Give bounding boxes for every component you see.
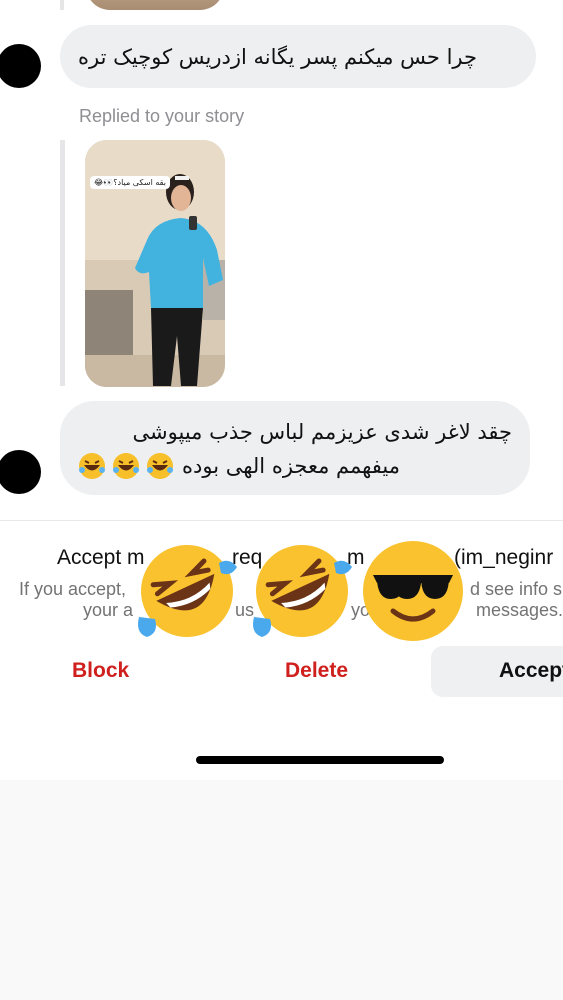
laughing-emoji-group bbox=[78, 452, 174, 480]
dm-thread-screen: چرا حس میکنم پسر یگانه ازدریس کوچیک تره … bbox=[0, 0, 563, 780]
sunglasses-emoji-icon bbox=[363, 541, 463, 641]
laughing-emoji-icon bbox=[79, 453, 105, 479]
request-title-part: (im_neginr bbox=[454, 546, 554, 569]
request-description: If you accept, d see info su bbox=[19, 578, 563, 601]
message-text-line-2: میفهمم معجزه الهی بوده bbox=[78, 449, 512, 483]
message-text-line: میفهمم معجزه الهی بوده bbox=[182, 454, 401, 478]
story-sticker: بقه اسکی میاد؟👀😂 bbox=[90, 176, 170, 189]
request-description-line-2: your a us yo messages. bbox=[83, 600, 563, 621]
sender-avatar[interactable] bbox=[0, 44, 41, 88]
accept-button-label: Accept bbox=[499, 659, 563, 682]
request-title-part: Accept m bbox=[57, 546, 145, 569]
sender-avatar[interactable] bbox=[0, 450, 41, 494]
story-thumbnail[interactable]: بقه اسکی میاد؟👀😂 bbox=[85, 140, 225, 387]
message-text: چرا حس میکنم پسر یگانه ازدریس کوچیک تره bbox=[78, 44, 477, 69]
reply-bar-top bbox=[60, 0, 64, 10]
laughing-emoji-icon bbox=[113, 453, 139, 479]
request-desc-part: messages. bbox=[476, 600, 563, 620]
reply-quote-bar bbox=[60, 140, 65, 386]
previous-story-thumbnail[interactable] bbox=[86, 0, 224, 10]
request-title: Accept m req m (im_neginr bbox=[57, 546, 553, 570]
block-button[interactable]: Block bbox=[72, 659, 129, 683]
message-text-line: چقد لاغر شدی عزیزمم لباس جذب میپوشی bbox=[132, 420, 512, 444]
home-indicator[interactable] bbox=[196, 756, 444, 764]
rolling-laughing-emoji-icon bbox=[253, 545, 352, 637]
request-desc-part: d see info su bbox=[470, 579, 563, 599]
request-desc-part: your a bbox=[83, 600, 134, 620]
request-desc-part: If you accept, bbox=[19, 579, 127, 599]
message-bubble[interactable]: چقد لاغر شدی عزیزمم لباس جذب میپوشی میفه… bbox=[60, 401, 530, 495]
accept-button[interactable]: Accept bbox=[431, 646, 563, 697]
message-bubble[interactable]: چرا حس میکنم پسر یگانه ازدریس کوچیک تره bbox=[60, 25, 536, 88]
rolling-laughing-emoji-icon bbox=[138, 545, 237, 637]
delete-button[interactable]: Delete bbox=[285, 659, 348, 683]
laughing-emoji-icon bbox=[147, 453, 173, 479]
replied-to-story-label: Replied to your story bbox=[79, 106, 245, 126]
request-divider bbox=[0, 520, 563, 521]
